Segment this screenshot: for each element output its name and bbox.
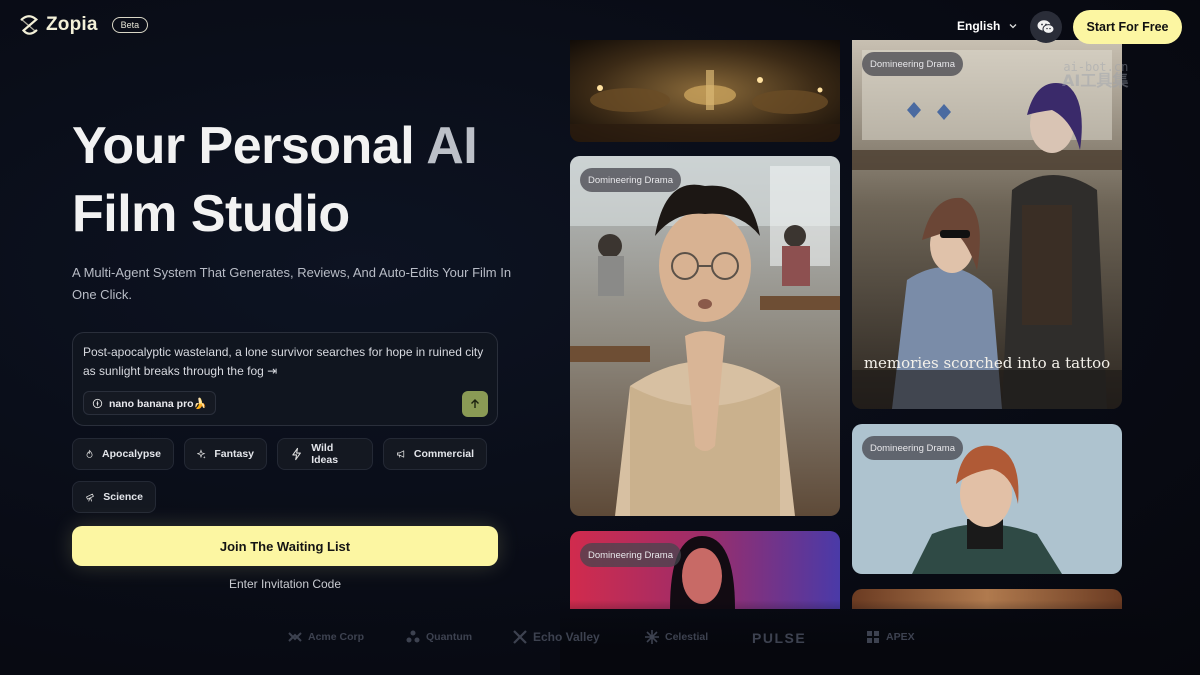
brand-label: Echo Valley: [533, 630, 600, 644]
cafe-man-image: [570, 156, 840, 516]
genre-badge: Domineering Drama: [862, 436, 964, 460]
brand-acme-corp: Acme Corp: [288, 630, 364, 644]
megaphone-icon: [397, 450, 405, 458]
logo[interactable]: Zopia Beta: [18, 14, 149, 36]
site-watermark: ai-bot.cn AI工具集: [1062, 60, 1129, 90]
partner-logos: Acme Corp Quantum Echo Valley Celestial …: [0, 630, 1200, 652]
fire-icon: [86, 449, 93, 458]
model-label: nano banana pro🍌: [109, 397, 207, 410]
brand-label: PULSE: [752, 630, 807, 646]
tag-wild-ideas[interactable]: Wild Ideas: [277, 438, 373, 470]
tag-label: Commercial: [413, 448, 474, 460]
brand-quantum: Quantum: [406, 630, 472, 644]
invitation-code-link[interactable]: Enter Invitation Code: [72, 577, 498, 591]
genre-badge: Domineering Drama: [580, 168, 682, 192]
gallery-card-tattoo[interactable]: Domineering Drama memories scorched into…: [852, 40, 1122, 409]
gallery-card-cafe[interactable]: Domineering Drama: [570, 156, 840, 516]
brand-label: Acme Corp: [308, 631, 365, 643]
telescope-icon: [86, 493, 94, 502]
brand-echo-valley: Echo Valley: [513, 630, 600, 644]
zopia-logo-icon: [20, 15, 39, 35]
language-selector[interactable]: English: [957, 19, 1018, 33]
hero-title-ai: AI: [426, 117, 478, 175]
watermark-line2: AI工具集: [1062, 71, 1129, 90]
brand-celestial: Celestial: [645, 630, 708, 644]
echo-valley-logo-icon: [513, 630, 527, 644]
tag-label: Wild Ideas: [311, 442, 339, 466]
prompt-box[interactable]: Post-apocalyptic wasteland, a lone survi…: [72, 332, 498, 426]
gallery-card-portrait-red[interactable]: Domineering Drama: [570, 531, 840, 609]
gallery-card-portrait-blue[interactable]: Domineering Drama: [852, 424, 1122, 574]
tag-apocalypse[interactable]: Apocalypse: [72, 438, 174, 470]
quantum-logo-icon: [406, 630, 420, 643]
model-selector[interactable]: nano banana pro🍌: [83, 391, 216, 415]
video-caption: memories scorched into a tattoo: [863, 354, 1111, 372]
gallery-card-banquet[interactable]: [570, 40, 840, 142]
sparkle-icon: [197, 449, 206, 459]
celestial-logo-icon: [645, 630, 659, 644]
chevron-down-icon: [1009, 24, 1017, 29]
start-for-free-button[interactable]: Start For Free: [1073, 10, 1182, 44]
apex-logo-icon: [867, 631, 879, 643]
hero-title: Your Personal AI Film Studio: [72, 112, 478, 248]
brand-label: Quantum: [426, 631, 473, 643]
brand-apex: APEX: [866, 630, 915, 644]
arrow-up-icon: [471, 399, 479, 408]
language-label: English: [957, 19, 1001, 33]
banquet-image: [570, 40, 840, 142]
wechat-icon: [1037, 20, 1055, 34]
hero-title-line2: Film Studio: [72, 185, 350, 243]
tag-commercial[interactable]: Commercial: [383, 438, 487, 470]
brand-label: Celestial: [665, 631, 709, 643]
wechat-button[interactable]: [1030, 11, 1062, 43]
brand-label: APEX: [886, 631, 915, 643]
hero-title-part1: Your Personal: [72, 117, 427, 175]
genre-badge: Domineering Drama: [580, 543, 682, 567]
hero-subtitle: A Multi-Agent System That Generates, Rev…: [72, 265, 512, 302]
tag-fantasy[interactable]: Fantasy: [184, 438, 267, 470]
top-nav: Zopia Beta English Start For Free: [0, 0, 1200, 54]
brand-name: Zopia: [46, 14, 98, 35]
prompt-input[interactable]: Post-apocalyptic wasteland, a lone survi…: [83, 343, 493, 381]
bolt-icon: [292, 447, 301, 461]
send-button[interactable]: [462, 391, 488, 417]
join-waiting-list-button[interactable]: Join The Waiting List: [72, 526, 498, 566]
tag-label: Apocalypse: [102, 448, 161, 460]
genre-badge: Domineering Drama: [862, 52, 964, 76]
tag-science[interactable]: Science: [72, 481, 156, 513]
tag-label: Science: [103, 491, 143, 503]
brand-pulse: PULSE: [752, 630, 806, 646]
beta-badge: Beta: [111, 17, 149, 33]
tag-label: Fantasy: [214, 448, 254, 460]
model-icon: [92, 398, 103, 408]
acme-logo-icon: [288, 632, 302, 642]
